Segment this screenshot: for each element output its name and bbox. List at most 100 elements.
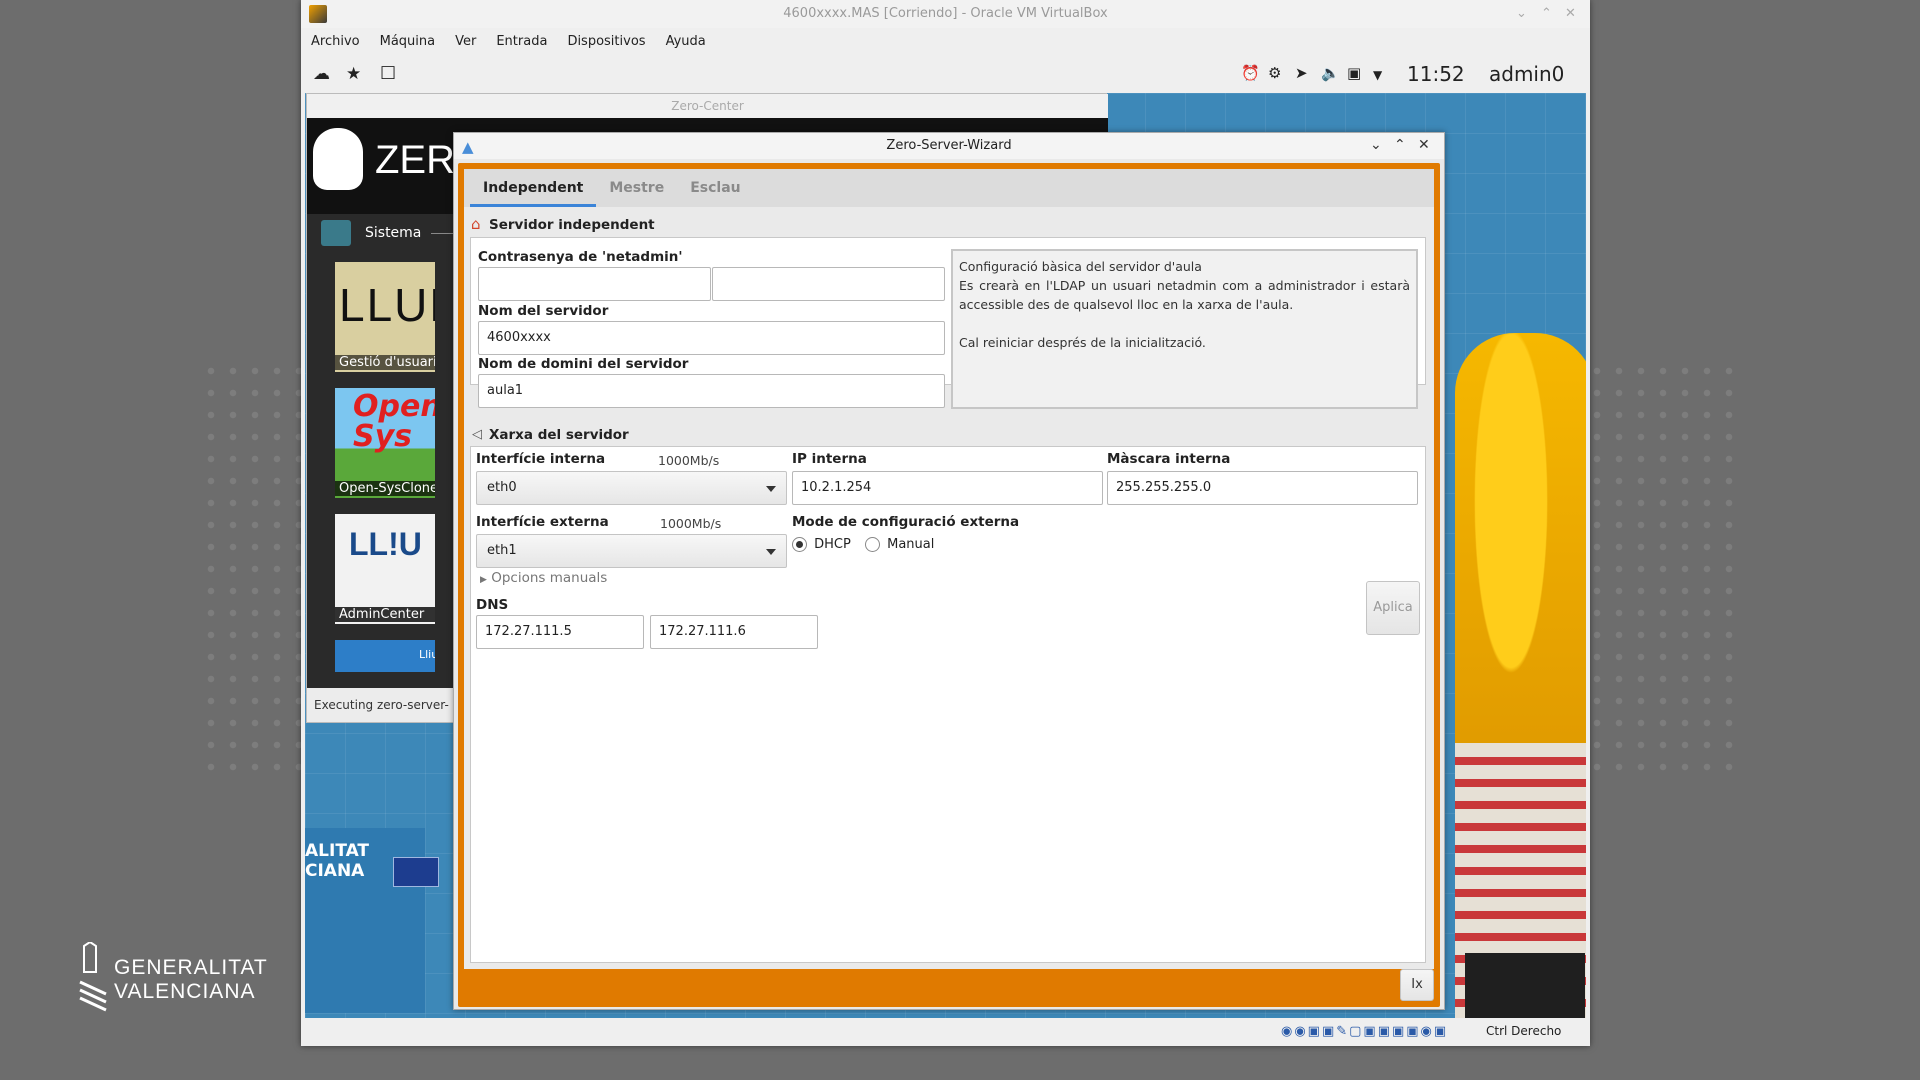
generalitat-emblem-icon xyxy=(79,942,107,1012)
share-icon[interactable]: ➤ xyxy=(1295,64,1308,82)
volume-icon[interactable]: 🔈 xyxy=(1321,64,1340,82)
dropdown-arrow-icon xyxy=(766,549,776,555)
internal-iface-label: Interfície interna xyxy=(476,451,606,467)
wizard-titlebar: Zero-Server-Wizard xyxy=(454,133,1444,159)
tile-art-open-sys: Open Sys xyxy=(353,389,435,454)
internal-iface-select[interactable]: eth0 xyxy=(476,471,787,505)
radio-dhcp-label: DHCP xyxy=(814,537,851,552)
manual-options-label: Opcions manuals xyxy=(491,570,608,586)
window-icon[interactable]: □ xyxy=(380,62,396,82)
external-speed: 1000Mb/s xyxy=(660,516,722,531)
menu-maquina[interactable]: Máquina xyxy=(370,30,446,56)
tile-art-lliur: Lliur xyxy=(419,648,435,661)
server-info-box: Configuració bàsica del servidor d'aula … xyxy=(951,249,1418,409)
external-iface-select[interactable]: eth1 xyxy=(476,534,787,568)
menu-dispositivos[interactable]: Dispositivos xyxy=(557,30,655,56)
tab-independent[interactable]: Independent xyxy=(470,169,597,207)
window-title: 4600xxxx.MAS [Corriendo] - Oracle VM Vir… xyxy=(783,6,1108,21)
close-icon[interactable]: ✕ xyxy=(1565,6,1576,21)
tab-esclau[interactable]: Esclau xyxy=(677,169,753,207)
external-iface-value: eth1 xyxy=(487,543,517,558)
wizard-tabs: Independent Mestre Esclau xyxy=(464,169,1434,207)
internal-mask-input[interactable]: 255.255.255.0 xyxy=(1107,471,1418,505)
tile-lliurex[interactable]: Lliur xyxy=(335,640,435,672)
server-name-input[interactable]: 4600xxxx xyxy=(478,321,945,355)
home-icon: ⌂ xyxy=(471,215,481,233)
internal-iface-value: eth0 xyxy=(487,480,517,495)
info-line3: Cal reiniciar després de la inicialitzac… xyxy=(959,335,1206,350)
external-mode-radios: DHCP Manual xyxy=(792,537,934,552)
menu-ver[interactable]: Ver xyxy=(445,30,486,56)
tab-panel-independent: ⌂ Servidor independent Contrasenya de 'n… xyxy=(468,215,1430,965)
guest-gva-line2: CIANA xyxy=(305,861,365,881)
internal-ip-input[interactable]: 10.2.1.254 xyxy=(792,471,1103,505)
radio-manual-label: Manual xyxy=(887,537,935,552)
minimize-icon[interactable]: ⌄ xyxy=(1516,6,1527,21)
network-speaker-icon: ◁ xyxy=(472,427,482,442)
internal-speed: 1000Mb/s xyxy=(658,453,720,468)
network-icon[interactable]: ⚙ xyxy=(1268,64,1281,82)
password-confirm-input[interactable] xyxy=(712,267,945,301)
zero-robot-logo-icon xyxy=(313,128,363,190)
maximize-icon[interactable]: ⌃ xyxy=(1541,6,1552,21)
sistema-icon xyxy=(321,220,351,246)
eu-flag-icon xyxy=(393,857,439,887)
guest-gva-line1: ALITAT xyxy=(305,841,370,861)
menu-entrada[interactable]: Entrada xyxy=(486,30,557,56)
mascot-pants xyxy=(1465,953,1585,1018)
display-icon[interactable]: ▣ xyxy=(1347,64,1361,82)
manual-options-expander[interactable]: ▶ Opcions manuals xyxy=(480,570,607,586)
host-key-label: Ctrl Derecho xyxy=(1486,1024,1562,1038)
external-iface-label: Interfície externa xyxy=(476,514,609,530)
password-label: Contrasenya de 'netadmin' xyxy=(478,249,683,265)
menu-ayuda[interactable]: Ayuda xyxy=(656,30,716,56)
virtualbox-titlebar: 4600xxxx.MAS [Corriendo] - Oracle VM Vir… xyxy=(301,0,1590,28)
network-group-title: Xarxa del servidor xyxy=(489,427,629,443)
wizard-orange-frame: Independent Mestre Esclau ⌂ Servidor ind… xyxy=(458,163,1440,1007)
password-input[interactable] xyxy=(478,267,711,301)
internal-mask-label: Màscara interna xyxy=(1107,451,1231,467)
info-line2: Es crearà en l'LDAP un usuari netadmin c… xyxy=(959,278,1410,312)
cloud-icon[interactable]: ☁ xyxy=(313,64,330,84)
radio-dhcp[interactable] xyxy=(792,537,807,552)
wizard-minimize-icon[interactable]: ⌄ xyxy=(1370,137,1382,153)
virtualbox-app-icon xyxy=(309,5,327,23)
radio-manual[interactable] xyxy=(864,537,880,552)
server-name-label: Nom del servidor xyxy=(478,303,609,319)
wizard-close-icon[interactable]: ✕ xyxy=(1418,137,1430,153)
tile-label: AdminCenter xyxy=(335,607,435,622)
wizard-app-icon: ▲ xyxy=(462,138,474,156)
dropdown-arrow-icon xyxy=(766,486,776,492)
star-icon[interactable]: ★ xyxy=(346,64,361,84)
tile-open-sysclone[interactable]: Open Sys Open-SysClone xyxy=(335,388,435,498)
apply-button[interactable]: Aplica xyxy=(1366,581,1420,635)
dns2-input[interactable]: 172.27.111.6 xyxy=(650,615,818,649)
server-group-title: Servidor independent xyxy=(489,217,655,233)
virtualbox-menubar: Archivo Máquina Ver Entrada Dispositivos… xyxy=(301,30,716,56)
tile-gestio-usuaris[interactable]: LLUM Gestió d'usuaris xyxy=(335,262,435,372)
tile-art-llum: LLUM xyxy=(339,279,435,331)
chevron-down-icon[interactable]: ▼ xyxy=(1373,68,1382,82)
tile-label: Open-SysClone xyxy=(335,481,435,496)
tab-mestre[interactable]: Mestre xyxy=(596,169,677,207)
device-status-icons[interactable]: ◉◉▣▣✎▢▣▣▣▣◉▣ xyxy=(1281,1024,1448,1039)
alarm-icon[interactable]: ⏰ xyxy=(1241,64,1260,82)
username[interactable]: admin0 xyxy=(1489,62,1564,86)
wizard-content: Independent Mestre Esclau ⌂ Servidor ind… xyxy=(464,169,1434,969)
guest-generalitat-text: ALITAT CIANA xyxy=(305,841,369,881)
wizard-maximize-icon[interactable]: ⌃ xyxy=(1394,137,1406,153)
domain-input[interactable]: aula1 xyxy=(478,374,945,408)
zero-center-titlebar: Zero-Center xyxy=(307,94,1108,118)
internal-ip-label: IP interna xyxy=(792,451,867,467)
dns1-input[interactable]: 172.27.111.5 xyxy=(476,615,644,649)
wizard-title: Zero-Server-Wizard xyxy=(886,138,1012,153)
section-sistema: Sistema xyxy=(365,225,422,241)
menu-archivo[interactable]: Archivo xyxy=(301,30,370,56)
zero-logo-text: ZER xyxy=(375,138,455,182)
info-line1: Configuració bàsica del servidor d'aula xyxy=(959,259,1202,274)
tile-admincenter[interactable]: LL!U AdminCenter xyxy=(335,514,435,624)
domain-label: Nom de domini del servidor xyxy=(478,356,689,372)
clock[interactable]: 11:52 xyxy=(1407,62,1465,86)
exit-button[interactable]: Ix xyxy=(1400,969,1434,1001)
generalitat-line1: GENERALITAT xyxy=(114,956,268,979)
